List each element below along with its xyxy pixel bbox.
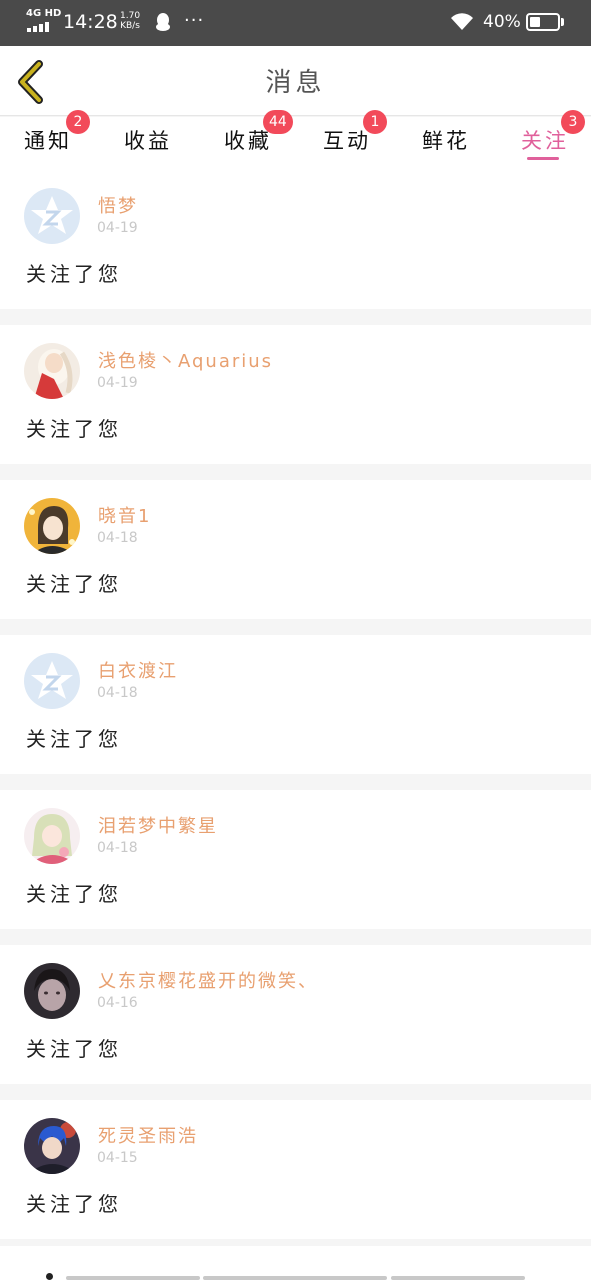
user-avatar[interactable]	[24, 1118, 80, 1174]
qq-icon	[156, 13, 170, 31]
username[interactable]: 泪若梦中繁星	[98, 812, 218, 838]
notification-date: 04-18	[97, 530, 138, 546]
list-item[interactable]: 晓音1 04-18 关注了您	[0, 480, 591, 619]
notification-date: 04-19	[97, 375, 138, 391]
notification-text: 关注了您	[26, 262, 122, 286]
status-bar: 4G HD 14:28 1.70 KB/s ··· 40%	[0, 0, 591, 46]
tab-following[interactable]: 关注 3	[521, 110, 591, 170]
signal-icon	[27, 22, 53, 32]
tab-earnings[interactable]: 收益	[124, 117, 204, 170]
user-avatar[interactable]	[24, 963, 80, 1019]
tab-badge: 44	[263, 110, 293, 134]
notification-text: 关注了您	[26, 572, 122, 596]
tab-favorites[interactable]: 收藏 44	[224, 110, 304, 170]
notification-text: 关注了您	[26, 1192, 122, 1216]
battery-percent: 40%	[483, 12, 521, 32]
tab-label: 鲜花	[422, 129, 470, 153]
username[interactable]: 浅色棱丶Aquarius	[98, 347, 273, 373]
notification-text: 关注了您	[26, 727, 122, 751]
network-type: 4G HD	[26, 8, 62, 19]
list-item[interactable]: 乂东京樱花盛开的微笑、 04-16 关注了您	[0, 945, 591, 1084]
tab-flowers[interactable]: 鲜花	[422, 117, 502, 170]
active-tab-indicator	[527, 157, 559, 160]
default-avatar-icon[interactable]	[24, 188, 80, 244]
tab-interactions[interactable]: 互动 1	[323, 110, 403, 170]
speed-value: 1.70	[120, 11, 141, 21]
page-title: 消息	[265, 68, 326, 98]
tab-badge: 2	[66, 110, 90, 134]
placeholder-bar	[66, 1276, 200, 1280]
notification-date: 04-16	[97, 995, 138, 1011]
username[interactable]: 死灵圣雨浩	[98, 1122, 198, 1148]
placeholder-bar	[391, 1276, 525, 1280]
notification-date: 04-18	[97, 840, 138, 856]
notification-text: 关注了您	[26, 1037, 122, 1061]
user-avatar[interactable]	[24, 808, 80, 864]
tab-badge: 1	[363, 110, 387, 134]
battery-icon	[526, 13, 560, 31]
username[interactable]: 乂东京樱花盛开的微笑、	[98, 967, 318, 993]
notification-date: 04-19	[97, 220, 138, 236]
app-header: 消息	[0, 46, 591, 116]
username[interactable]: 悟梦	[98, 192, 138, 218]
notification-text: 关注了您	[26, 882, 122, 906]
user-avatar[interactable]	[24, 343, 80, 399]
battery-nub	[561, 18, 564, 26]
list-item[interactable]: 泪若梦中繁星 04-18 关注了您	[0, 790, 591, 929]
list-item[interactable]: 白衣渡江 04-18 关注了您	[0, 635, 591, 774]
list-item[interactable]: 悟梦 04-19 关注了您	[0, 170, 591, 309]
more-notifications-icon: ···	[184, 10, 205, 31]
next-list-item-peek	[0, 1246, 591, 1280]
notification-date: 04-15	[97, 1150, 138, 1166]
speed-unit: KB/s	[120, 21, 140, 31]
username[interactable]: 晓音1	[98, 502, 151, 528]
tab-badge: 3	[561, 110, 585, 134]
list-item[interactable]: 浅色棱丶Aquarius 04-19 关注了您	[0, 325, 591, 464]
placeholder-bar	[203, 1276, 387, 1280]
tab-notifications[interactable]: 通知 2	[24, 110, 104, 170]
list-item[interactable]: 死灵圣雨浩 04-15 关注了您	[0, 1100, 591, 1239]
notification-date: 04-18	[97, 685, 138, 701]
tab-label: 收藏	[224, 129, 272, 153]
notification-text: 关注了您	[26, 417, 122, 441]
message-tabs: 通知 2 收益 收藏 44 互动 1 鲜花 关注 3	[0, 110, 591, 170]
tab-label: 收益	[124, 129, 172, 153]
default-avatar-icon[interactable]	[24, 653, 80, 709]
user-avatar[interactable]	[24, 498, 80, 554]
loading-dot	[46, 1273, 53, 1280]
wifi-icon	[451, 13, 473, 30]
status-time: 14:28	[63, 11, 118, 33]
tab-label: 互动	[323, 129, 371, 153]
notification-list: 悟梦 04-19 关注了您 浅色棱丶Aquarius 04-19 关注了您 晓音…	[0, 170, 591, 1255]
tab-label: 通知	[24, 129, 72, 153]
battery-level	[530, 17, 540, 27]
username[interactable]: 白衣渡江	[98, 657, 178, 683]
network-speed: 1.70 KB/s	[120, 11, 140, 31]
